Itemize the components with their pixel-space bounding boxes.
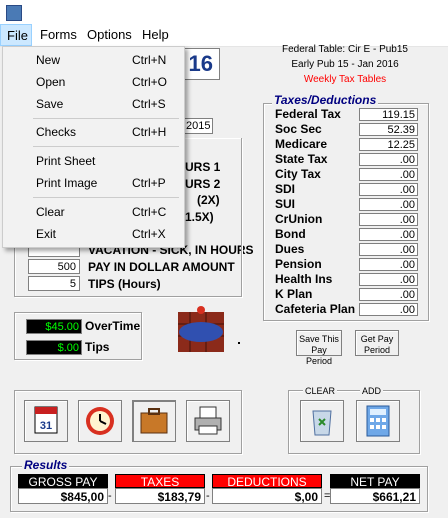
tips-display: $.00 — [26, 340, 82, 355]
menu-separator — [33, 197, 179, 198]
tax-row-value[interactable]: .00 — [359, 273, 418, 286]
tax-row-value[interactable]: .00 — [359, 303, 418, 316]
tax-row-value[interactable]: 119.15 — [359, 108, 418, 121]
tax-row-label: Dues — [275, 242, 305, 256]
get-pay-period-button[interactable]: Get Pay Period — [355, 330, 399, 356]
overtime-label: OverTime — [85, 319, 141, 333]
menu-help[interactable]: Help — [136, 24, 175, 46]
file-menu-save[interactable]: Save Ctrl+S — [3, 94, 184, 114]
tax-row-label: SDI — [275, 182, 296, 196]
tax-row-label: Medicare — [275, 137, 328, 151]
taxes-title: Taxes/Deductions — [272, 93, 379, 107]
gross-pay-header: GROSS PAY — [18, 474, 108, 489]
file-menu-new[interactable]: New Ctrl+N — [3, 50, 184, 70]
net-pay-value: $661,21 — [330, 488, 420, 504]
tax-row-label: Soc Sec — [275, 122, 322, 136]
break-time-logo — [174, 306, 228, 356]
briefcase-icon — [140, 408, 168, 434]
clock-icon — [86, 407, 114, 435]
calendar-icon: 31 — [34, 406, 58, 434]
clear-label: CLEAR — [303, 386, 338, 396]
tax-row-label: Bond — [275, 227, 306, 241]
year-field[interactable]: 2015 — [183, 118, 213, 134]
overtime-display: $45.00 — [26, 319, 82, 334]
file-menu-exit[interactable]: Exit Ctrl+X — [3, 224, 184, 244]
tax-row-value[interactable]: .00 — [359, 243, 418, 256]
tax-row-value[interactable]: .00 — [359, 213, 418, 226]
tax-row-value[interactable]: .00 — [359, 198, 418, 211]
file-menu-print-image[interactable]: Print Image Ctrl+P — [3, 173, 184, 193]
menu-separator — [33, 118, 179, 119]
taxes-header: TAXES — [115, 474, 205, 489]
briefcase-button[interactable] — [132, 400, 176, 442]
printer-icon — [194, 406, 222, 435]
tax-row-value[interactable]: .00 — [359, 183, 418, 196]
tax-row-value[interactable]: 12.25 — [359, 138, 418, 151]
menu-forms[interactable]: Forms — [34, 24, 83, 46]
calculator-icon — [366, 405, 390, 437]
taxes-value: $183,79 — [115, 488, 205, 504]
file-menu-checks[interactable]: Checks Ctrl+H — [3, 122, 184, 142]
pub15-line: Early Pub 15 - Jan 2016 — [291, 59, 399, 70]
tax-row-label: Federal Tax — [275, 107, 341, 121]
weekly-tables-line: Weekly Tax Tables — [303, 74, 387, 85]
title-bar — [0, 0, 448, 24]
tax-row-label: State Tax — [275, 152, 328, 166]
calendar-button[interactable]: 31 — [24, 400, 68, 442]
tax-row-value[interactable]: 52.39 — [359, 123, 418, 136]
tax-row-value[interactable]: .00 — [359, 288, 418, 301]
net-pay-header: NET PAY — [330, 474, 420, 489]
deductions-value: $,00 — [212, 488, 322, 504]
tax-row-value[interactable]: .00 — [359, 258, 418, 271]
gross-pay-value: $845,00 — [18, 488, 108, 504]
app-icon — [6, 5, 22, 21]
file-menu-clear[interactable]: Clear Ctrl+C — [3, 202, 184, 222]
federal-table-line: Federal Table: Cir E - Pub15 — [282, 44, 408, 55]
clock-button[interactable] — [78, 400, 122, 442]
svg-text:31: 31 — [40, 420, 52, 432]
file-menu-open[interactable]: Open Ctrl+O — [3, 72, 184, 92]
printer-button[interactable] — [186, 400, 230, 442]
tax-row-label: Health Ins — [275, 272, 333, 286]
logo-text: 16 — [188, 51, 213, 76]
tax-row-label: SUI — [275, 197, 296, 211]
recycle-bin-icon — [312, 410, 332, 436]
tax-row-label: Cafeteria Plan — [275, 302, 356, 316]
tax-row-label: City Tax — [275, 167, 321, 181]
tax-row-value[interactable]: .00 — [359, 168, 418, 181]
file-menu-dropdown: New Ctrl+N Open Ctrl+O Save Ctrl+S Checks Ct… — [2, 46, 185, 248]
tax-row-label: K Plan — [275, 287, 313, 301]
minus-operator-2: - — [206, 490, 210, 502]
tax-row-value[interactable]: .00 — [359, 228, 418, 241]
menu-file[interactable]: File — [0, 24, 32, 46]
menu-options[interactable]: Options — [81, 24, 138, 46]
tax-row-label: Pension — [275, 257, 322, 271]
minus-operator-1: - — [108, 490, 112, 502]
separator-dot — [238, 342, 240, 344]
save-pay-period-button[interactable]: Save This Pay Period — [296, 330, 342, 366]
deductions-header: DEDUCTIONS — [212, 474, 322, 489]
add-label: ADD — [360, 386, 384, 396]
add-button[interactable] — [356, 400, 400, 442]
results-title: Results — [22, 458, 70, 472]
tax-row-value[interactable]: .00 — [359, 153, 418, 166]
file-menu-print-sheet[interactable]: Print Sheet — [3, 151, 184, 171]
tax-row-label: CrUnion — [275, 212, 323, 226]
tips-label: Tips — [85, 340, 110, 354]
clear-button[interactable] — [300, 400, 344, 442]
menu-separator — [33, 146, 179, 147]
